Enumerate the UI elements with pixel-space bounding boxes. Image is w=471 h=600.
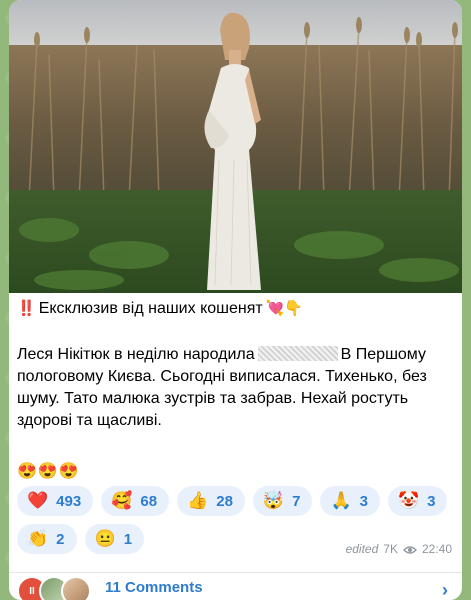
- smiling-hearts-icon: 🥰: [111, 491, 133, 510]
- view-count: 7K: [383, 542, 398, 556]
- reaction-count: 7: [292, 492, 301, 510]
- reaction-heart[interactable]: ❤️ 493: [17, 486, 94, 516]
- headline-text: Ексклюзив від наших кошенят: [38, 300, 263, 317]
- reaction-count: 3: [359, 492, 368, 510]
- heart-icon: ❤️: [27, 491, 49, 510]
- message-time: 22:40: [421, 542, 452, 556]
- reaction-smiling-hearts[interactable]: 🥰 68: [101, 486, 170, 516]
- reaction-neutral[interactable]: 😐 1: [84, 524, 145, 554]
- comments-link[interactable]: 11 Comments: [105, 579, 203, 596]
- double-exclamation-emoji: ‼️: [17, 300, 36, 317]
- heart-pointing-emoji: 💘👇: [265, 300, 304, 317]
- message-meta: edited 7K 22:40: [346, 542, 452, 556]
- eye-icon: [403, 544, 417, 554]
- body-line1-start: Леся Нікітюк в неділю народила: [17, 346, 255, 363]
- reaction-count: 3: [427, 492, 436, 510]
- reaction-pray[interactable]: 🙏 3: [320, 486, 380, 516]
- reaction-thumbs-up[interactable]: 👍 28: [177, 486, 245, 516]
- heart-eyes-emojis: 😍😍😍: [17, 463, 80, 480]
- clap-icon: 👏: [27, 529, 49, 548]
- reaction-clown[interactable]: 🤡 3: [387, 486, 448, 516]
- comments-bar[interactable]: II 11 Comments ›: [9, 572, 462, 600]
- reaction-count: 493: [56, 492, 82, 510]
- commenter-avatars: II: [9, 573, 101, 600]
- avatar: [61, 576, 91, 600]
- pray-icon: 🙏: [330, 491, 352, 510]
- post-headline: ‼️ Ексклюзив від наших кошенят 💘👇: [17, 298, 457, 320]
- spoiler-blur[interactable]: [257, 346, 338, 361]
- clown-icon: 🤡: [397, 491, 420, 510]
- post-photo[interactable]: [9, 0, 462, 293]
- reaction-count: 28: [216, 492, 233, 510]
- post-body: Леся Нікітюк в неділю народила В Першому …: [17, 344, 457, 432]
- thumbs-up-icon: 👍: [187, 491, 209, 510]
- reaction-mind-blown[interactable]: 🤯 7: [252, 486, 313, 516]
- reaction-count: 1: [123, 530, 133, 548]
- neutral-face-icon: 😐: [94, 529, 116, 548]
- edited-label: edited: [345, 542, 379, 556]
- reaction-count: 2: [56, 530, 65, 548]
- chevron-right-icon[interactable]: ›: [442, 580, 448, 600]
- message-bubble[interactable]: ‼️ Ексклюзив від наших кошенят 💘👇 Леся Н…: [9, 0, 462, 600]
- post-text: ‼️ Ексклюзив від наших кошенят 💘👇 Леся Н…: [17, 298, 457, 432]
- mind-blown-icon: 🤯: [262, 491, 285, 510]
- reaction-clap[interactable]: 👏 2: [17, 524, 77, 554]
- reaction-count: 68: [140, 492, 158, 510]
- body-line1-end: В: [340, 346, 352, 363]
